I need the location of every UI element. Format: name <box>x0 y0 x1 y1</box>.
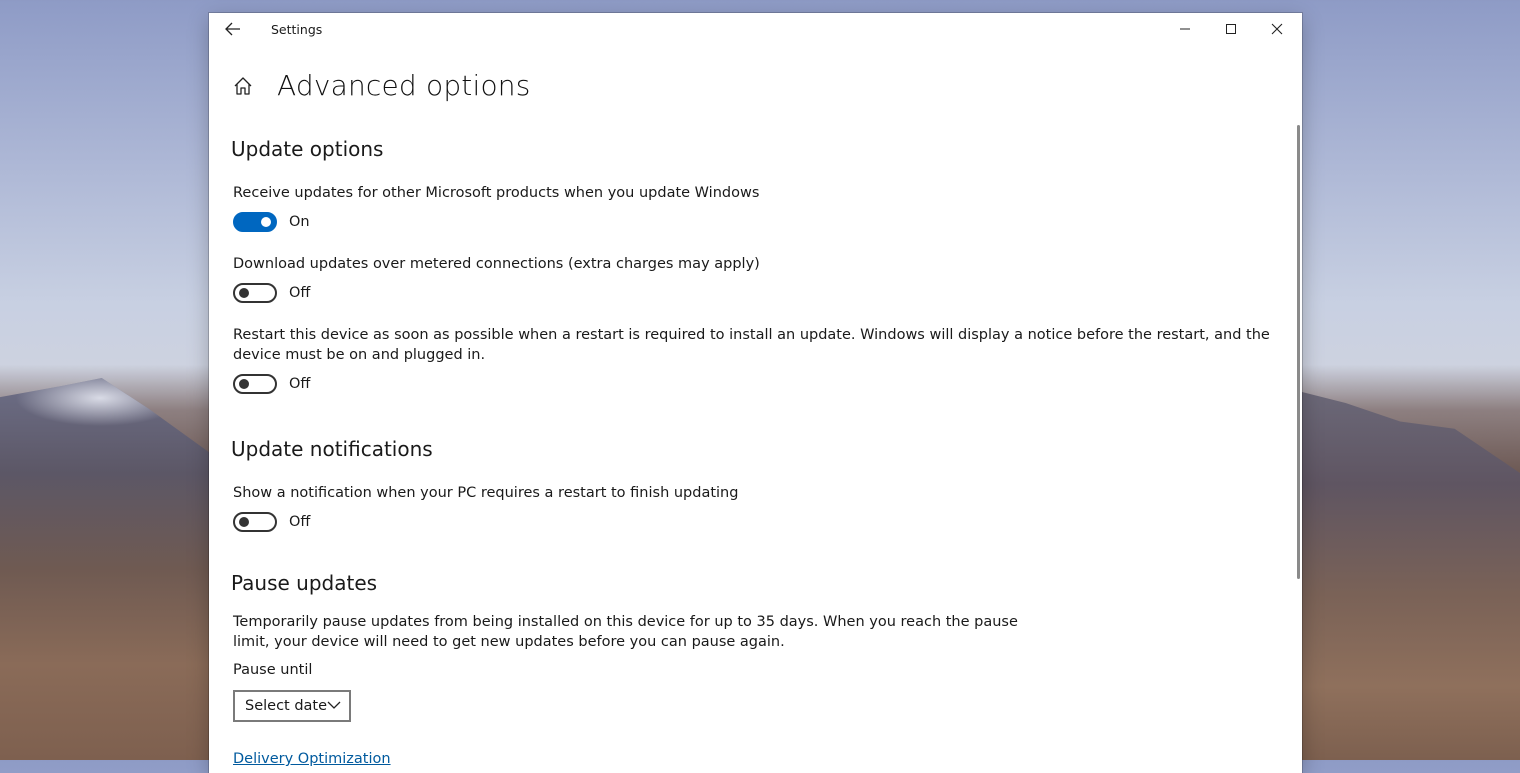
settings-window: Settings Advanced options Update options <box>209 13 1302 773</box>
toggle-row-restart-notification: Off <box>233 512 310 532</box>
setting-label-other-products: Receive updates for other Microsoft prod… <box>233 185 760 201</box>
home-button[interactable] <box>231 74 255 98</box>
page-header: Advanced options <box>231 69 531 102</box>
pause-updates-description: Temporarily pause updates from being ins… <box>233 614 1018 650</box>
close-button[interactable] <box>1254 13 1300 45</box>
toggle-restart-notification[interactable] <box>233 512 277 532</box>
vertical-scrollbar[interactable] <box>1297 125 1300 579</box>
maximize-button[interactable] <box>1208 13 1254 45</box>
desktop-wallpaper-right <box>1302 392 1520 760</box>
close-icon <box>1271 23 1283 35</box>
chevron-down-icon <box>327 701 341 709</box>
toggle-state-text: Off <box>289 514 311 530</box>
toggle-state-text: Off <box>289 285 311 301</box>
toggle-metered[interactable] <box>233 283 277 303</box>
back-button[interactable] <box>221 19 245 39</box>
toggle-state-text: On <box>289 214 310 230</box>
toggle-knob <box>239 379 249 389</box>
select-value: Select date <box>245 698 328 714</box>
section-heading-update-notifications: Update notifications <box>231 437 433 461</box>
back-arrow-icon <box>225 22 240 36</box>
setting-label-restart-notification: Show a notification when your PC require… <box>233 485 739 501</box>
delivery-optimization-link[interactable]: Delivery Optimization <box>233 751 391 767</box>
home-icon <box>234 76 252 95</box>
pause-until-select[interactable]: Select date <box>233 690 351 722</box>
section-heading-update-options: Update options <box>231 137 384 161</box>
toggle-other-products[interactable] <box>233 212 277 232</box>
toggle-state-text: Off <box>289 376 311 392</box>
minimize-button[interactable] <box>1162 13 1208 45</box>
desktop-wallpaper-left <box>0 378 212 760</box>
minimize-icon <box>1180 28 1190 30</box>
toggle-knob <box>239 517 249 527</box>
setting-label-restart-asap: Restart this device as soon as possible … <box>233 327 1270 363</box>
toggle-restart-asap[interactable] <box>233 374 277 394</box>
page-title: Advanced options <box>277 69 531 102</box>
toggle-knob <box>261 217 271 227</box>
toggle-knob <box>239 288 249 298</box>
window-title: Settings <box>271 22 323 37</box>
title-bar: Settings <box>209 13 1302 45</box>
section-heading-pause-updates: Pause updates <box>231 571 378 595</box>
toggle-row-other-products: On <box>233 212 310 232</box>
setting-label-metered: Download updates over metered connection… <box>233 256 760 272</box>
toggle-row-restart-asap: Off <box>233 374 310 394</box>
toggle-row-metered: Off <box>233 283 310 303</box>
maximize-icon <box>1226 24 1236 34</box>
pause-until-label: Pause until <box>233 662 313 678</box>
